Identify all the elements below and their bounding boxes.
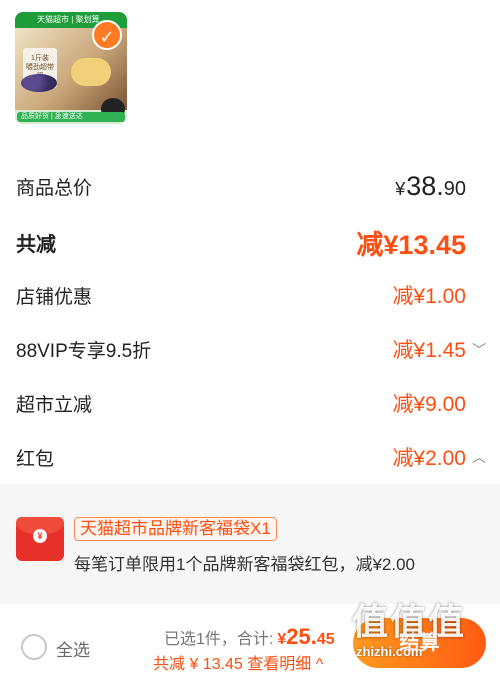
total-amount: ¥25.45 [277, 624, 335, 649]
watermark-site: zhizhi.com [356, 644, 423, 659]
discount-label: 店铺优惠 [16, 286, 93, 308]
selected-count: 已选1件， [164, 631, 237, 648]
total-reduce-value: 减¥13.45 [356, 229, 466, 260]
discount-value: 减¥9.00 [392, 393, 466, 416]
total-reduce-label: 共减 [16, 233, 56, 256]
berries-graphic [21, 74, 57, 92]
total-price-row: 商品总价 ¥38. 90 [16, 170, 466, 202]
chevron-up-icon[interactable]: ︿ [472, 447, 486, 467]
discount-row-supermarket: 超市立减 减¥9.00 [16, 387, 466, 419]
total-line: 已选1件， 合计: ¥25.45 [164, 624, 335, 650]
chevron-up-icon[interactable]: ^ [316, 656, 324, 673]
chevron-down-icon[interactable]: ﹀ [472, 340, 486, 360]
reduce-line[interactable]: 共减 ¥ 13.45 查看明细 ^ [153, 650, 323, 674]
coupon-title: 天猫超市品牌新客福袋X1 [74, 517, 277, 541]
discount-label: 88VIP专享9.5折 [16, 340, 152, 362]
select-all-label[interactable]: 全选 [56, 636, 90, 661]
discount-value: 减¥1.00 [392, 285, 466, 308]
discount-row-88vip[interactable]: 88VIP专享9.5折 减¥1.45 [16, 333, 466, 365]
total-price-value: ¥38. 90 [395, 170, 466, 201]
coupon-description: 每笔订单限用1个品牌新客福袋红包，减¥2.00 [74, 555, 415, 574]
discount-row-redpacket[interactable]: 红包 减¥2.00 [16, 441, 466, 473]
discount-value: 减¥1.45 [392, 339, 466, 362]
discount-value: 减¥2.00 [392, 447, 466, 470]
total-reduce-row: 共减 减¥13.45 [16, 226, 466, 260]
discount-label: 红包 [16, 448, 55, 470]
reduce-summary: 共减 ¥ 13.45 [153, 656, 243, 673]
total-label: 合计: [236, 631, 274, 648]
pack-label: 1斤装 [31, 55, 49, 62]
cheese-graphic [71, 58, 111, 86]
select-all-radio[interactable] [21, 634, 47, 660]
promo-pill: 品质好货 | 急速送达 [17, 112, 125, 122]
total-price-label: 商品总价 [16, 177, 93, 199]
checked-icon[interactable]: ✓ [92, 20, 122, 50]
coupon-panel: ¥ 天猫超市品牌新客福袋X1 每笔订单限用1个品牌新客福袋红包，减¥2.00 [0, 484, 500, 604]
discount-label: 超市立减 [16, 394, 93, 416]
watermark-logo: 值值值 [352, 601, 467, 642]
yen-seal-icon: ¥ [33, 529, 47, 543]
red-packet-icon: ¥ [16, 517, 64, 561]
discount-row-store: 店铺优惠 减¥1.00 [16, 279, 466, 311]
view-details-link[interactable]: 查看明细 [247, 656, 311, 673]
